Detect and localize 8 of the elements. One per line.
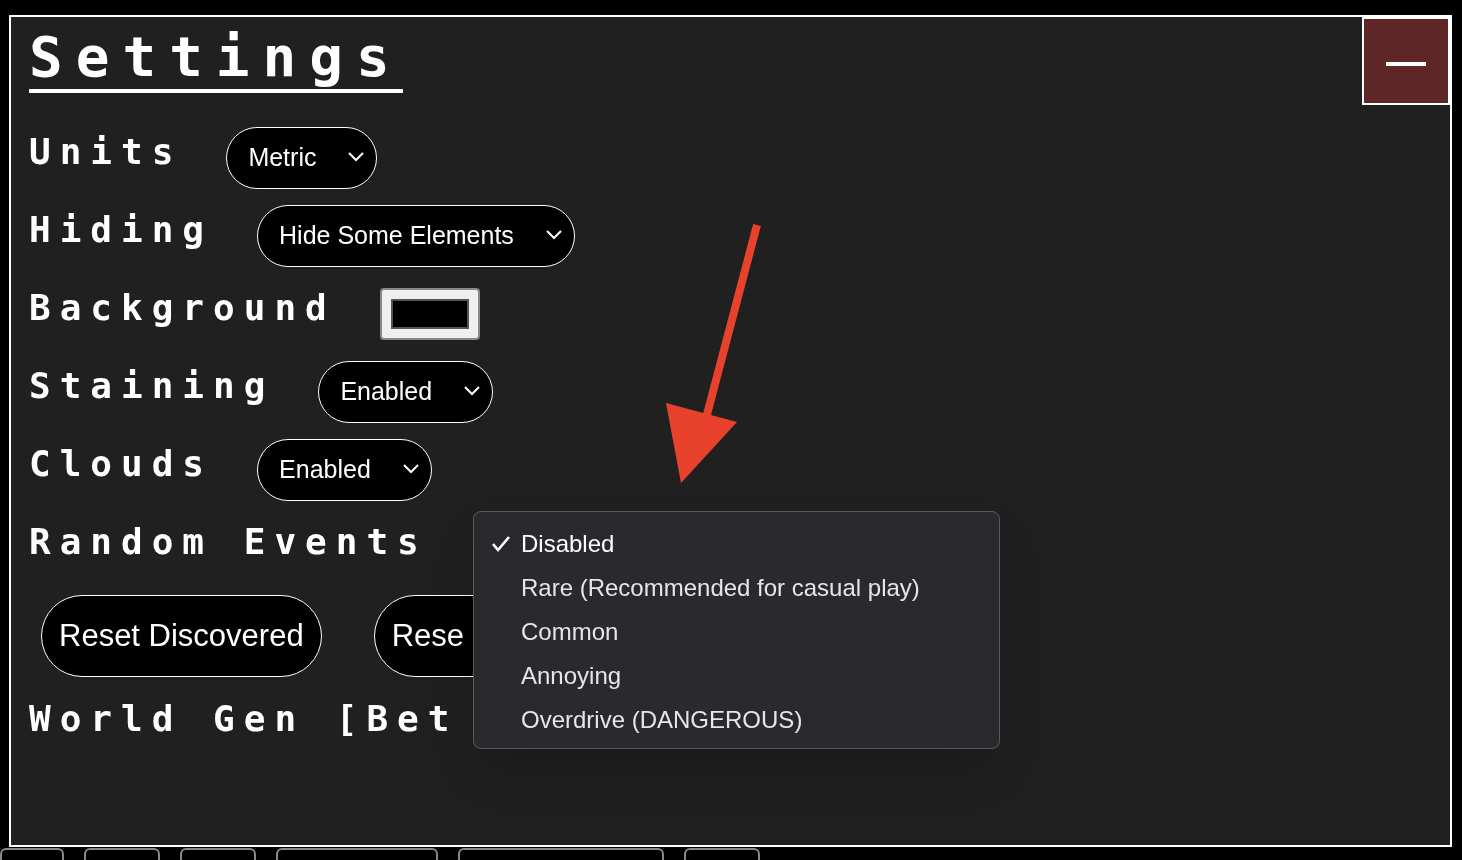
setting-label: Background — [29, 288, 336, 328]
setting-label: Units — [29, 132, 183, 172]
setting-label: Staining — [29, 366, 275, 406]
setting-label: Hiding — [29, 210, 214, 250]
section-heading: World Gen [Bet — [29, 699, 459, 739]
settings-title: Settings — [29, 27, 403, 93]
setting-label: Clouds — [29, 444, 214, 484]
setting-label: Random Events — [29, 522, 428, 562]
